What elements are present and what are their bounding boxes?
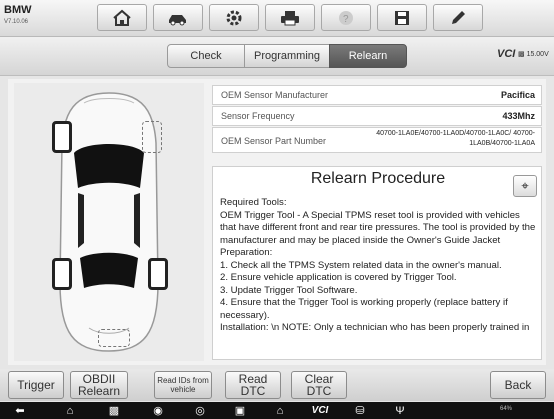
vehicle-swap-icon [169,14,186,25]
car-icon: ⛁ [355,405,365,417]
top-toolbar: BMW V7.10.06 ? [0,0,554,37]
nav-usb-button[interactable]: Ψ [388,402,412,419]
vehicle-tire-panel [14,83,204,361]
home-icon [113,9,131,26]
info-row-frequency: Sensor Frequency 433Mhz [212,106,542,126]
info-row-part-number: OEM Sensor Part Number 40700-1LA0E/40700… [212,127,542,153]
print-icon [281,10,299,25]
tire-rear-right[interactable] [148,258,168,290]
vci-icon: VCI [311,405,329,416]
brand-name: BMW [4,4,32,16]
frequency-value: 433Mhz [502,111,535,121]
screenshot-icon: ▣ [234,405,246,417]
tab-programming[interactable]: Programming [244,44,330,68]
nav-home-button[interactable]: ⌂ [58,402,82,419]
voltage-value: 15.00V [526,51,549,58]
vehicle-swap-button[interactable] [153,4,203,31]
pen-icon [452,10,465,24]
print-button[interactable] [265,4,315,31]
recent-apps-icon: ▩ [108,405,120,417]
back-arrow-icon: ⬅ [15,405,25,417]
save-icon [395,10,409,25]
maxisys-home-icon: ⌂ [276,404,284,417]
nav-chrome-button[interactable]: ◉ [146,402,170,419]
manufacturer-value: Pacifica [500,90,535,100]
expand-button[interactable]: ⌖ [513,175,537,197]
tire-front-left[interactable] [52,121,72,153]
brand-label: BMW V7.10.06 [4,5,32,28]
nav-maxisys-button[interactable]: ⌂ [268,402,292,419]
svg-text:?: ? [343,14,349,25]
frequency-label: Sensor Frequency [221,111,295,121]
trigger-button[interactable]: Trigger [8,371,64,399]
tire-rear-left[interactable] [52,258,72,290]
tab-relearn[interactable]: Relearn [329,44,407,68]
part-number-label: OEM Sensor Part Number [221,136,327,146]
battery-voltage: ▩ 15.00V [518,51,549,58]
clear-dtc-button[interactable]: Clear DTC [291,371,347,399]
nav-car-button[interactable]: ⛁ [348,402,372,419]
expand-icon: ⌖ [521,178,529,193]
back-button[interactable]: Back [490,371,546,399]
info-row-manufacturer: OEM Sensor Manufacturer Pacifica [212,85,542,105]
home-icon: ⌂ [66,404,74,417]
vci-status-icon: VCI [497,48,516,60]
tire-front-right[interactable] [142,121,162,153]
nav-screenshot-button[interactable]: ▣ [228,402,252,419]
relearn-procedure-panel[interactable]: Relearn Procedure ⌖ Required Tools: OEM … [212,166,542,360]
tire-spare[interactable] [98,329,130,347]
usb-icon: Ψ [395,404,405,417]
procedure-text: Required Tools: OEM Trigger Tool - A Spe… [220,197,536,333]
home-button[interactable] [97,4,147,31]
help-button[interactable]: ? [321,4,371,31]
nav-back-button[interactable]: ⬅ [8,402,32,419]
read-ids-button[interactable]: Read IDs from vehicle [154,371,212,399]
chrome-icon: ◉ [153,405,163,417]
tab-check[interactable]: Check [167,44,245,68]
nav-recent-button[interactable]: ▩ [102,402,126,419]
nav-vci-button[interactable]: VCI [306,402,334,419]
settings-button[interactable] [209,4,259,31]
version-label: V7.10.06 [4,19,29,25]
part-number-value: 40700-1LA0E/40700-1LA0D/40700-1LA0C/ 407… [376,130,535,147]
manufacturer-label: OEM Sensor Manufacturer [221,90,329,100]
settings-gear-icon [226,10,242,25]
car-top-view-image [59,92,159,352]
battery-status: 64% [500,406,513,412]
annotate-button[interactable] [433,4,483,31]
help-icon: ? [339,10,353,25]
nav-camera-button[interactable]: ◎ [188,402,212,419]
read-dtc-button[interactable]: Read DTC [225,371,281,399]
camera-icon: ◎ [195,405,205,417]
save-button[interactable] [377,4,427,31]
procedure-title: Relearn Procedure [310,170,446,187]
obdii-relearn-button[interactable]: OBDII Relearn [70,371,128,399]
